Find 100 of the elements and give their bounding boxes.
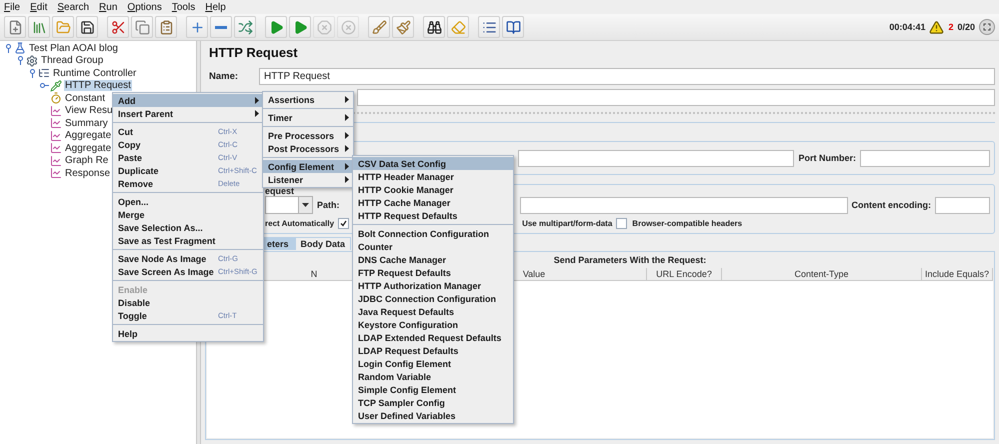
tree-item[interactable]: View Resu — [64, 105, 114, 116]
menu-item[interactable]: LDAP Request Defaults — [353, 344, 513, 357]
option-label: Browser-compatible headers — [632, 219, 742, 228]
tree-toggle-icon[interactable] — [28, 68, 37, 78]
menu-item[interactable]: User Defined Variables — [353, 409, 513, 422]
menu-item[interactable]: Merge — [113, 208, 263, 221]
menu-item[interactable]: Random Variable — [353, 370, 513, 383]
file-icon — [8, 20, 22, 34]
menu-item[interactable]: Simple Config Element — [353, 383, 513, 396]
path-field[interactable] — [520, 196, 848, 214]
column-header: Include Equals? — [922, 268, 993, 280]
error-count: 2 — [948, 22, 954, 32]
scissors-icon — [110, 20, 126, 34]
elapsed-time: 00:04:41 — [889, 22, 926, 32]
menu-item[interactable]: Config Element — [263, 160, 353, 173]
menu-item[interactable]: Counter — [353, 240, 513, 253]
menu-item[interactable]: Post Processors — [263, 142, 353, 155]
menu-item[interactable]: Timer — [263, 111, 353, 124]
tree-item[interactable]: Response — [64, 168, 112, 179]
toolbar-button[interactable] — [423, 16, 445, 38]
tree-item[interactable]: Aggregate — [64, 142, 112, 154]
play-icon — [292, 20, 308, 34]
menu-item[interactable]: Insert Parent — [113, 107, 263, 120]
tree-item[interactable]: Constant — [64, 92, 106, 104]
table-title: Send Parameters With the Request: — [554, 255, 706, 265]
menu-item[interactable]: Save Selection As... — [113, 221, 263, 234]
menu-item[interactable]: Disable — [113, 296, 263, 309]
menu-item[interactable]: JDBC Connection Configuration — [353, 292, 513, 305]
menu-item[interactable]: Help — [113, 327, 263, 340]
encoding-label: Content encoding: — [852, 200, 931, 210]
binoculars-icon — [426, 20, 442, 34]
checkbox[interactable] — [616, 218, 628, 229]
tab[interactable]: eters — [261, 237, 295, 250]
menu-item[interactable]: TCP Sampler Config — [353, 396, 513, 409]
toolbar-button[interactable] — [76, 16, 98, 38]
menu-item[interactable]: Listener — [263, 173, 353, 186]
toolbar-button[interactable] — [478, 16, 500, 38]
tree-item[interactable]: Thread Group — [40, 55, 104, 66]
submenu-arrow-icon — [345, 114, 349, 121]
option-label: rect Automatically — [265, 219, 334, 228]
chart-icon — [50, 104, 62, 117]
encoding-field[interactable] — [935, 196, 990, 214]
tree-item[interactable]: HTTP Request — [64, 80, 132, 92]
tree-item[interactable]: Runtime Controller — [52, 68, 138, 79]
tree-toggle-icon[interactable] — [4, 44, 13, 53]
menu-title[interactable]: File — [4, 2, 20, 12]
plus-icon — [190, 20, 204, 34]
gear-icon — [26, 54, 38, 67]
menu-item[interactable]: Open... — [113, 195, 263, 208]
menu-item[interactable]: Assertions — [263, 93, 353, 106]
menu-item[interactable]: DNS Cache Manager — [353, 253, 513, 266]
menu-item[interactable]: Add — [113, 94, 263, 107]
menu-item[interactable]: HTTP Header Manager — [353, 170, 513, 183]
play-icon — [268, 20, 284, 34]
menu-title[interactable]: Search — [57, 2, 90, 12]
chart-icon — [50, 117, 62, 130]
menu-title[interactable]: Tools — [172, 2, 196, 12]
folder-icon — [56, 20, 70, 34]
menu-item[interactable]: Pre Processors — [263, 129, 353, 142]
tree-item[interactable]: Summary — [64, 118, 109, 129]
tree-item[interactable]: Graph Re — [64, 155, 110, 166]
path-label: Path: — [317, 200, 340, 210]
eraser-icon — [450, 20, 466, 34]
checkbox[interactable] — [338, 218, 350, 229]
menu-item[interactable]: LDAP Extended Request Defaults — [353, 331, 513, 344]
menu-item[interactable]: Login Config Element — [353, 357, 513, 370]
menu-title[interactable]: Edit — [30, 2, 48, 12]
menu-item[interactable]: Bolt Connection Configuration — [353, 227, 513, 240]
port-field[interactable] — [860, 150, 990, 166]
clipboard-icon — [158, 20, 174, 34]
tree-item[interactable]: Test Plan AOAI blog — [28, 42, 119, 54]
menu-item[interactable]: Keystore Configuration — [353, 318, 513, 331]
tree-toggle-icon[interactable] — [16, 56, 25, 66]
warning-icon[interactable] — [929, 20, 944, 34]
menu-item[interactable]: HTTP Cookie Manager — [353, 183, 513, 196]
toolbar-button[interactable] — [502, 16, 524, 38]
controller-icon — [38, 67, 50, 80]
option-label: Use multipart/form-data — [522, 219, 612, 228]
name-field[interactable]: HTTP Request — [259, 68, 995, 84]
tab[interactable]: Body Data — [294, 237, 352, 250]
menu-item[interactable]: HTTP Cache Manager — [353, 196, 513, 209]
comments-field[interactable] — [357, 88, 995, 106]
menu-item[interactable]: Save as Test Fragment — [113, 234, 263, 247]
submenu-arrow-icon — [345, 96, 349, 103]
port-label: Port Number: — [798, 153, 856, 163]
menu-title[interactable]: Run — [99, 2, 118, 12]
flask-icon — [14, 42, 26, 54]
method-dropdown[interactable] — [265, 196, 313, 214]
minus-icon — [215, 26, 227, 28]
menu-item[interactable]: HTTP Authorization Manager — [353, 279, 513, 292]
menu-title[interactable]: Help — [205, 2, 226, 12]
caret-icon — [302, 203, 309, 207]
menu-item[interactable]: HTTP Request Defaults — [353, 209, 513, 222]
menu-item[interactable]: Java Request Defaults — [353, 305, 513, 318]
tree-toggle-icon[interactable] — [40, 81, 49, 90]
tree-item[interactable]: Aggregate — [64, 130, 112, 142]
server-field[interactable] — [518, 150, 794, 166]
menu-title[interactable]: Options — [127, 2, 162, 12]
menu-item[interactable]: CSV Data Set Config — [353, 157, 513, 170]
fullscreen-icon[interactable] — [979, 19, 995, 35]
